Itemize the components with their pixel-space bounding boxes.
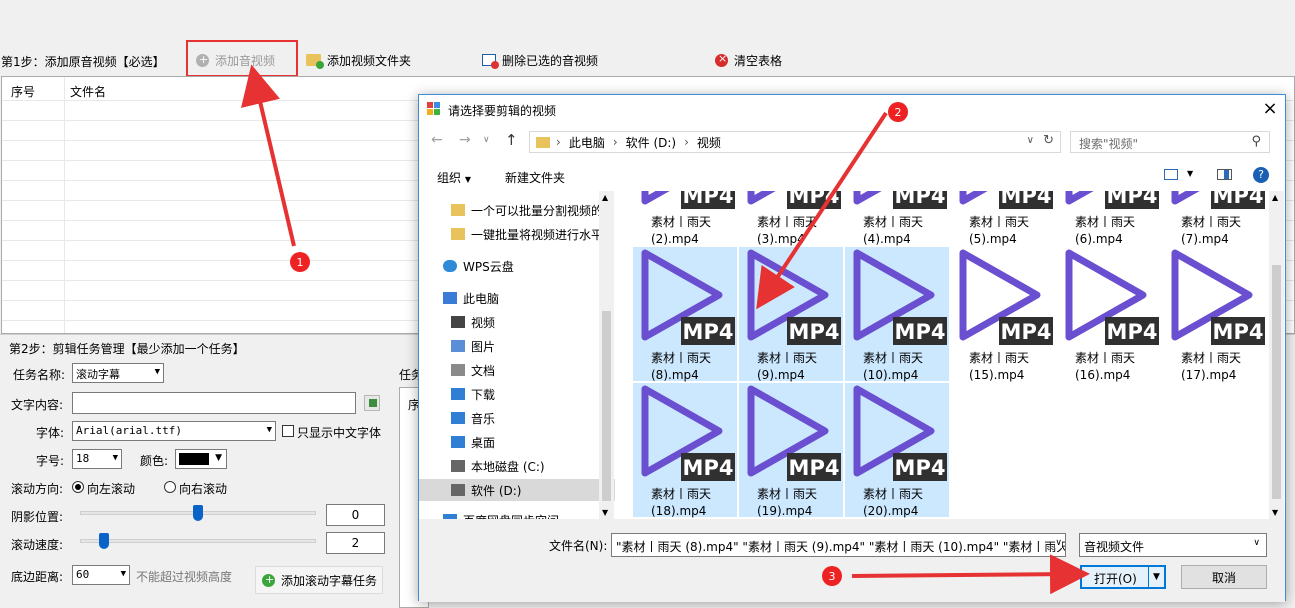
arrow-to-open-button [851, 554, 1090, 595]
step-badge-3: 3 [822, 566, 842, 586]
arrow-to-add-media [241, 64, 296, 247]
step-badge-2: 2 [888, 102, 908, 122]
arrow-to-file-selection [756, 111, 888, 310]
annotation-layer [241, 64, 1090, 595]
step-badge-1: 1 [290, 252, 310, 272]
